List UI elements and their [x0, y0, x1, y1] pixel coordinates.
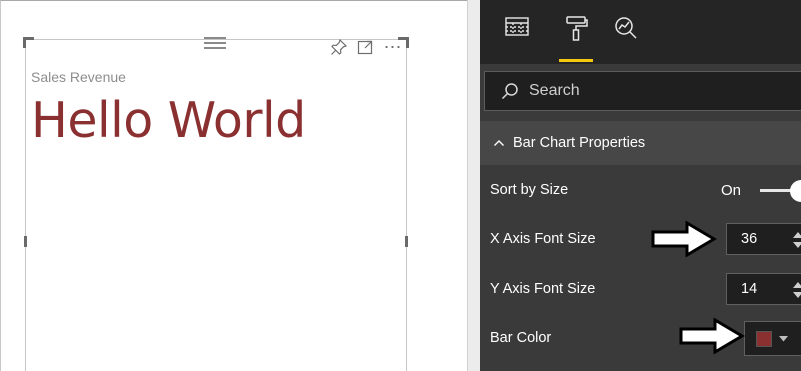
- search-input[interactable]: Search: [484, 71, 801, 111]
- tab-analytics[interactable]: [609, 14, 643, 64]
- pin-icon[interactable]: [330, 38, 348, 56]
- chevron-up-icon: [494, 140, 504, 146]
- resize-handle-top-left[interactable]: [23, 37, 34, 48]
- section-label: Bar Chart Properties: [513, 135, 646, 151]
- paint-roller-icon: [566, 16, 588, 41]
- pane-divider: [467, 0, 480, 371]
- sort-by-size-label: Sort by Size: [490, 182, 569, 198]
- focus-mode-icon[interactable]: [356, 38, 374, 56]
- spinner-arrows-icon[interactable]: [792, 279, 801, 301]
- bar-color-picker[interactable]: [744, 321, 801, 356]
- toggle-knob: [790, 180, 801, 202]
- visual-display-text: Hello World: [31, 92, 306, 149]
- search-icon: [501, 83, 518, 100]
- chevron-down-icon: [779, 335, 788, 341]
- x-axis-font-size-input[interactable]: 36: [726, 223, 801, 255]
- resize-handle-right[interactable]: [405, 236, 408, 247]
- tab-format[interactable]: [559, 14, 593, 64]
- tab-fields[interactable]: [500, 14, 534, 64]
- y-axis-font-size-label: Y Axis Font Size: [490, 281, 596, 297]
- visual-title: Sales Revenue: [31, 69, 126, 85]
- x-axis-font-size-label: X Axis Font Size: [490, 231, 596, 247]
- y-axis-font-size-value: 14: [741, 281, 758, 297]
- section-bar-chart-properties[interactable]: Bar Chart Properties: [480, 121, 801, 165]
- format-pane: Search Bar Chart Properties Sort by Size…: [480, 0, 801, 371]
- drag-handle-icon[interactable]: [204, 36, 226, 50]
- y-axis-font-size-input[interactable]: 14: [726, 273, 801, 305]
- fields-grid-icon: [505, 17, 529, 36]
- x-axis-font-size-value: 36: [741, 231, 758, 247]
- analytics-magnifier-icon: [615, 17, 637, 39]
- visual-header-toolbar: ⋯: [330, 37, 404, 57]
- custom-visual[interactable]: ⋯ Sales Revenue Hello World: [23, 36, 409, 371]
- report-canvas: ⋯ Sales Revenue Hello World: [0, 0, 467, 371]
- resize-handle-left[interactable]: [24, 236, 27, 247]
- more-options-icon[interactable]: ⋯: [382, 37, 404, 57]
- bar-color-swatch: [756, 330, 772, 347]
- annotation-arrow-icon: [679, 318, 745, 354]
- search-placeholder: Search: [529, 82, 580, 99]
- spinner-arrows-icon[interactable]: [792, 229, 801, 251]
- annotation-arrow-icon: [651, 221, 717, 257]
- bar-color-label: Bar Color: [490, 330, 552, 346]
- pane-tab-bar: [480, 0, 801, 64]
- sort-by-size-toggle[interactable]: [760, 179, 801, 203]
- sort-by-size-state: On: [721, 182, 742, 199]
